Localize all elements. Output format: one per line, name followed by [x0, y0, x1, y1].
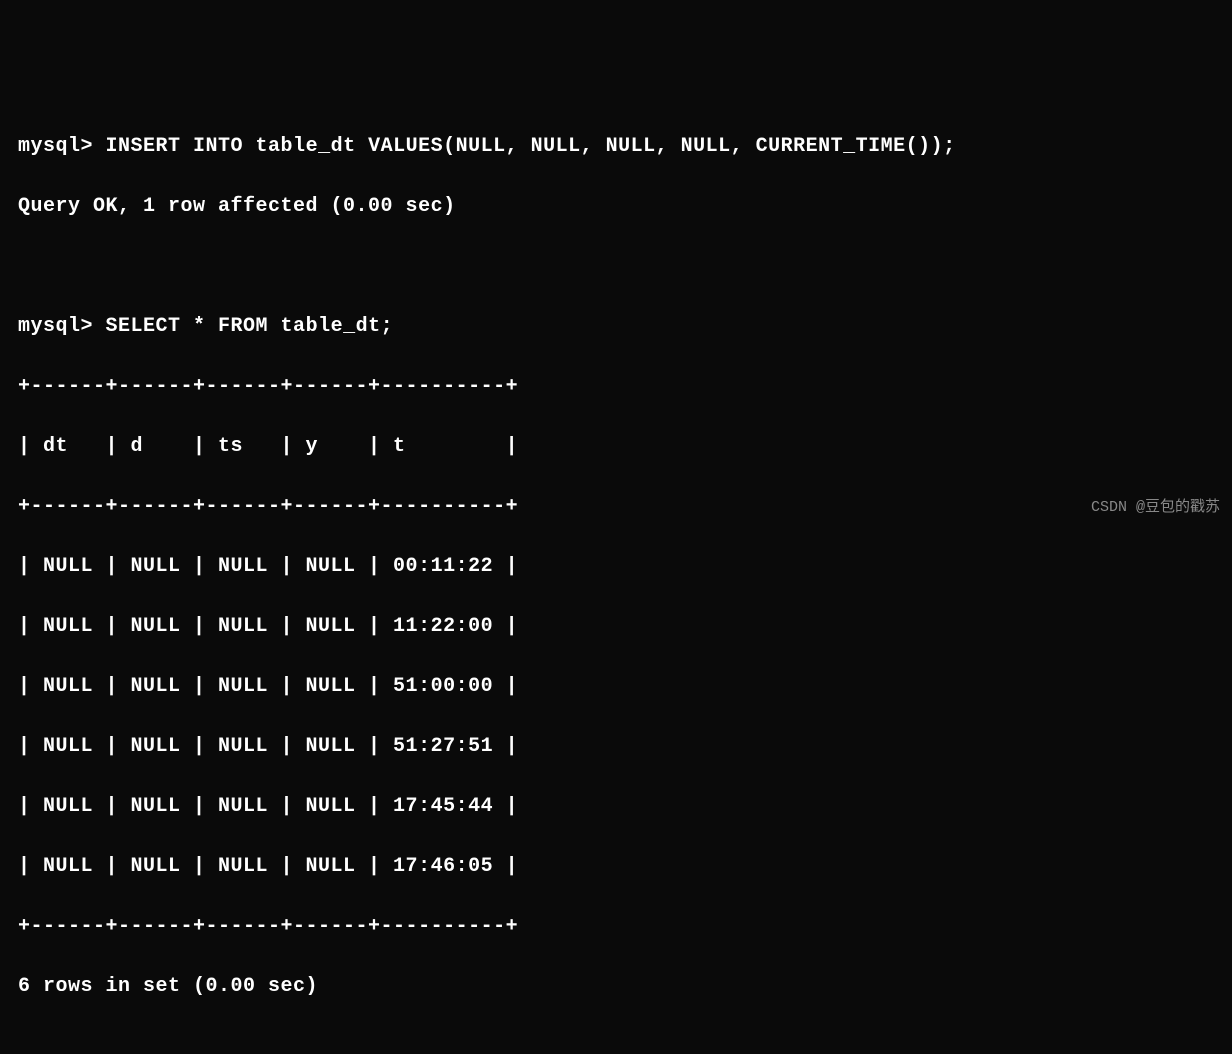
select-result-line: 6 rows in set (0.00 sec) [18, 972, 1214, 1002]
blank-line [18, 252, 1214, 282]
table-row: | NULL | NULL | NULL | NULL | 51:27:51 | [18, 732, 1214, 762]
insert-command-line: mysql> INSERT INTO table_dt VALUES(NULL,… [18, 132, 1214, 162]
insert-result-line: Query OK, 1 row affected (0.00 sec) [18, 192, 1214, 222]
mysql-prompt: mysql> [18, 135, 93, 158]
insert-statement: INSERT INTO table_dt VALUES(NULL, NULL, … [106, 135, 956, 158]
select-statement: SELECT * FROM table_dt; [106, 315, 394, 338]
table-border-top: +------+------+------+------+----------+ [18, 372, 1214, 402]
select-command-line: mysql> SELECT * FROM table_dt; [18, 312, 1214, 342]
table-row: | NULL | NULL | NULL | NULL | 11:22:00 | [18, 612, 1214, 642]
table-row: | NULL | NULL | NULL | NULL | 17:46:05 | [18, 852, 1214, 882]
mysql-prompt: mysql> [18, 315, 93, 338]
table-row: | NULL | NULL | NULL | NULL | 17:45:44 | [18, 792, 1214, 822]
table-row: | NULL | NULL | NULL | NULL | 00:11:22 | [18, 552, 1214, 582]
csdn-watermark: CSDN @豆包的戳苏 [1091, 497, 1220, 520]
table-header: | dt | d | ts | y | t | [18, 432, 1214, 462]
table-border-bottom: +------+------+------+------+----------+ [18, 912, 1214, 942]
table-row: | NULL | NULL | NULL | NULL | 51:00:00 | [18, 672, 1214, 702]
table-border-mid: +------+------+------+------+----------+ [18, 492, 1214, 522]
